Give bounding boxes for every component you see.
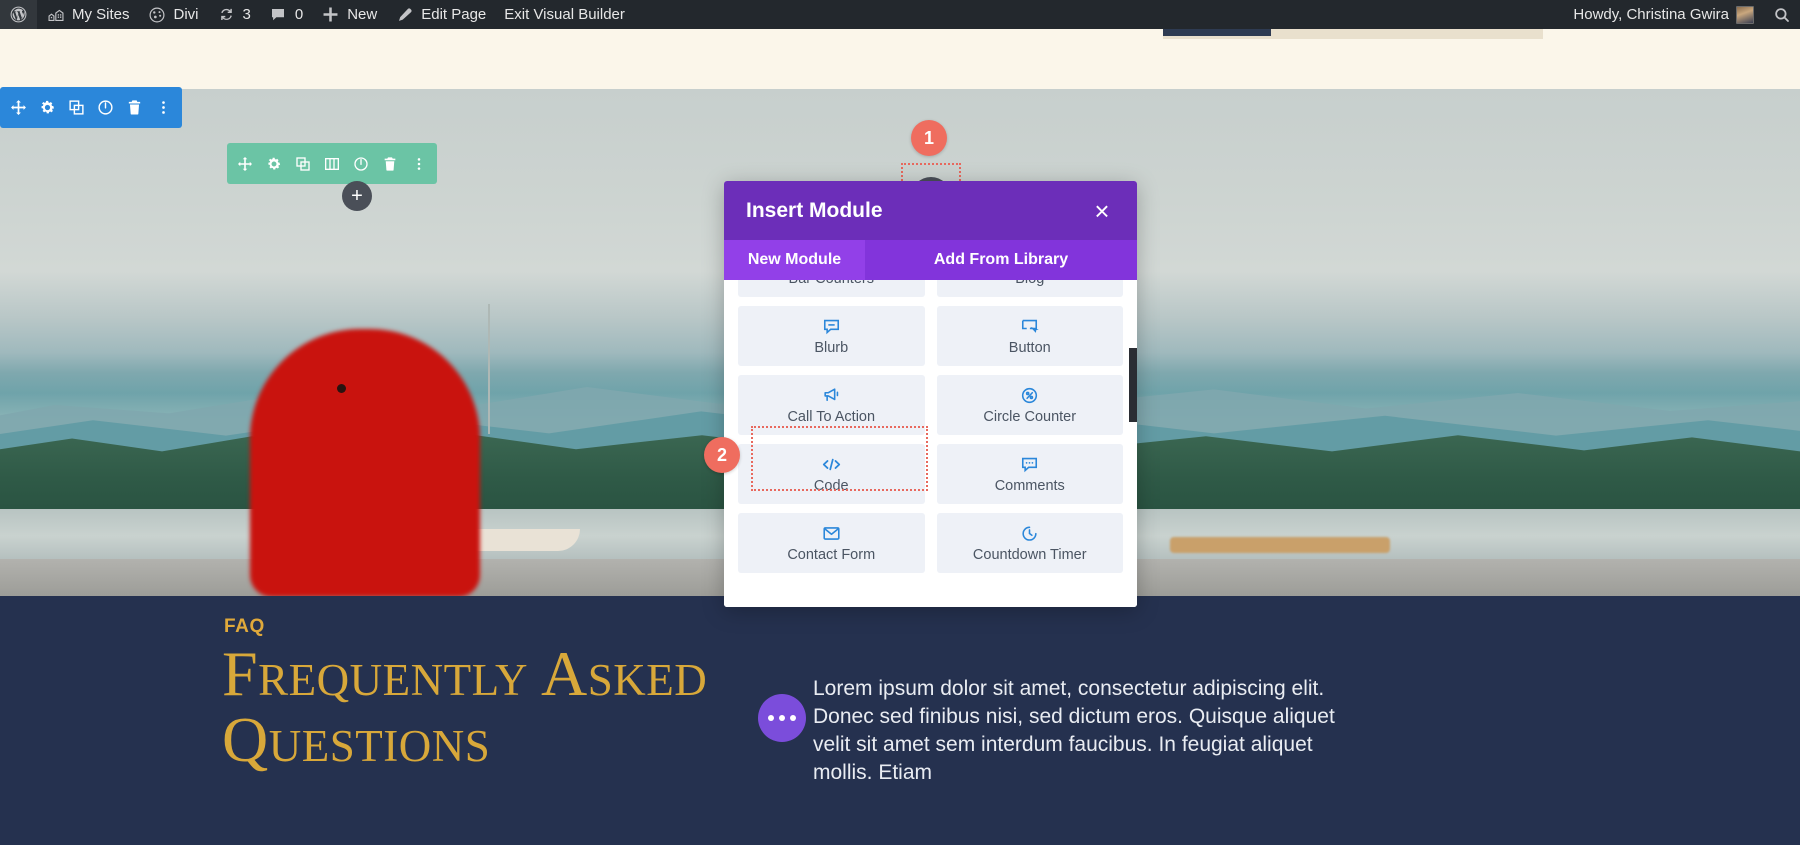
admin-bar-label-new: New (347, 6, 378, 23)
trash-icon[interactable] (120, 87, 149, 128)
duplicate-icon[interactable] (62, 87, 91, 128)
admin-bar-item-search[interactable] (1763, 0, 1800, 29)
admin-bar-label-edit-page: Edit Page (421, 6, 487, 23)
module-tile-countdown-timer[interactable]: Countdown Timer (936, 513, 1123, 573)
code-icon (821, 455, 842, 475)
page-title: Frequently Asked Questions (222, 638, 708, 775)
module-tile-label: Blog (1015, 280, 1044, 287)
call-to-action-icon (822, 386, 841, 406)
modal-title: Insert Module (746, 198, 883, 222)
comments-bubble-icon (269, 5, 288, 24)
page-top-strip-accent (1163, 29, 1271, 36)
admin-bar-item-comments[interactable]: 0 (260, 0, 312, 29)
ellipsis-dot (790, 715, 796, 721)
module-tile-call-to-action[interactable]: Call To Action (738, 375, 925, 435)
hero-subject (250, 329, 480, 596)
module-tile-label: Blurb (814, 339, 849, 356)
module-tile-label: Code (813, 477, 849, 494)
modal-tabs: New Module Add From Library (724, 240, 1137, 280)
tab-add-from-library[interactable]: Add From Library (865, 240, 1137, 280)
more-options-icon[interactable] (404, 143, 433, 184)
module-tile-contact-form[interactable]: Contact Form (738, 513, 925, 573)
admin-bar-item-edit-page[interactable]: Edit Page (386, 0, 495, 29)
module-tile-label: Contact Form (787, 546, 876, 563)
faq-eyebrow: FAQ (224, 616, 265, 637)
module-tile-code[interactable]: Code (738, 444, 925, 504)
plus-icon (321, 5, 340, 24)
wordpress-logo-icon (9, 5, 28, 24)
countdown-timer-icon (1020, 524, 1039, 544)
module-tile-button[interactable]: Button (936, 306, 1123, 366)
module-tile-label: Comments (994, 477, 1065, 494)
avatar (1736, 5, 1754, 24)
admin-bar-item-wordpress-logo[interactable] (0, 0, 37, 29)
button-icon (1020, 317, 1040, 337)
ellipsis-dot (768, 715, 774, 721)
module-tile-label: Button (1008, 339, 1051, 356)
ellipsis-dot (779, 715, 785, 721)
hero-pole (488, 304, 490, 434)
power-icon[interactable] (346, 143, 375, 184)
divi-icon (148, 5, 167, 24)
tab-new-module[interactable]: New Module (724, 240, 865, 280)
modal-header: Insert Module × (724, 181, 1137, 240)
search-icon (1772, 5, 1791, 24)
admin-bar-label-my-sites: My Sites (72, 6, 130, 23)
circle-counter-icon (1020, 386, 1039, 406)
module-tile-label: Countdown Timer (972, 546, 1087, 563)
admin-bar-item-exit-visual-builder[interactable]: Exit Visual Builder (495, 0, 634, 29)
insert-module-modal: Insert Module × New Module Add From Libr… (724, 181, 1137, 607)
hero-log (1170, 537, 1390, 553)
comments-icon (1020, 455, 1039, 475)
contact-form-icon (822, 524, 841, 544)
modal-body: Bar Counters Blog Blur (724, 280, 1137, 607)
step-badge-2: 2 (704, 437, 740, 473)
faq-body-text: Lorem ipsum dolor sit amet, consectetur … (813, 677, 1335, 784)
gear-icon[interactable] (33, 87, 62, 128)
module-grid: Bar Counters Blog Blur (738, 280, 1123, 573)
gear-icon[interactable] (260, 143, 289, 184)
trash-icon[interactable] (375, 143, 404, 184)
module-tile-blog[interactable]: Blog (936, 280, 1123, 297)
admin-bar-item-my-sites[interactable]: My Sites (37, 0, 139, 29)
hero-subject-detail (337, 384, 346, 393)
pencil-icon (395, 5, 414, 24)
more-options-icon[interactable] (149, 87, 178, 128)
admin-bar-howdy-label: Howdy, Christina Gwira (1573, 6, 1729, 23)
duplicate-icon[interactable] (289, 143, 318, 184)
blurb-icon (822, 317, 841, 337)
admin-bar-item-divi[interactable]: Divi (139, 0, 208, 29)
wp-admin-bar: My Sites Divi 3 0 New Edit Page Exit Vis… (0, 0, 1800, 29)
module-tile-blurb[interactable]: Blurb (738, 306, 925, 366)
module-tile-comments[interactable]: Comments (936, 444, 1123, 504)
module-tile-label: Circle Counter (983, 408, 1077, 425)
move-icon[interactable] (231, 143, 260, 184)
step-badge-1: 1 (911, 120, 947, 156)
module-tile-label: Bar Counters (789, 280, 874, 287)
page-top-strip (0, 29, 1800, 89)
module-tile-circle-counter[interactable]: Circle Counter (936, 375, 1123, 435)
admin-bar-item-account[interactable]: Howdy, Christina Gwira (1564, 0, 1763, 29)
admin-bar-label-updates-count: 3 (242, 6, 251, 23)
admin-bar-item-updates[interactable]: 3 (208, 0, 260, 29)
admin-bar-item-new[interactable]: New (312, 0, 386, 29)
move-icon[interactable] (4, 87, 33, 128)
ellipsis-icon[interactable] (758, 694, 806, 742)
module-tile-bar-counters[interactable]: Bar Counters (738, 280, 925, 297)
faq-section: FAQ Frequently Asked Questions Lorem ips… (0, 596, 1800, 845)
updates-icon (217, 5, 236, 24)
close-icon[interactable]: × (1089, 198, 1115, 224)
modal-scrollbar[interactable] (1129, 348, 1137, 422)
section-settings-toolbar[interactable] (0, 87, 182, 128)
admin-bar-label-divi: Divi (173, 6, 199, 23)
add-row-button[interactable]: + (342, 181, 372, 211)
module-tile-label: Call To Action (787, 408, 876, 425)
admin-bar-label-comments-count: 0 (294, 6, 304, 23)
admin-bar-label-exit-visual-builder: Exit Visual Builder (504, 6, 625, 23)
row-settings-toolbar[interactable] (227, 143, 437, 184)
my-sites-icon (46, 5, 65, 24)
power-icon[interactable] (91, 87, 120, 128)
columns-icon[interactable] (318, 143, 347, 184)
